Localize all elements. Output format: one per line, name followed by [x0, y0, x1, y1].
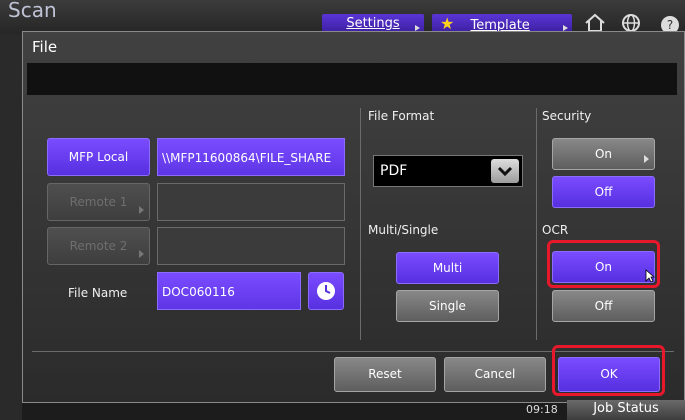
security-on-label: On: [594, 147, 613, 161]
single-button[interactable]: Single: [396, 290, 499, 322]
mfp-local-path-field[interactable]: \\MFP11600864\FILE_SHARE: [157, 138, 345, 176]
highlight-box: [547, 240, 660, 288]
dialog-title: File: [32, 38, 58, 56]
arrow-icon: [139, 206, 144, 214]
timestamp-button[interactable]: [308, 272, 344, 310]
svg-text:?: ?: [667, 18, 673, 32]
file-format-label: File Format: [368, 109, 435, 123]
app-title: Scan: [8, 0, 57, 22]
clock-icon: [317, 282, 335, 300]
job-status-button[interactable]: Job Status: [567, 400, 685, 420]
remote2-label: Remote 2: [69, 239, 128, 253]
multi-button[interactable]: Multi: [396, 252, 499, 284]
remote1-path-field[interactable]: [157, 183, 345, 221]
highlight-box: [552, 345, 665, 396]
security-label: Security: [542, 109, 592, 123]
settings-label: Settings: [346, 16, 400, 31]
separator: [536, 108, 537, 340]
remote2-path-field[interactable]: [157, 227, 345, 265]
security-on-button[interactable]: On: [552, 138, 655, 170]
cancel-button[interactable]: Cancel: [444, 357, 546, 392]
job-status-label: Job Status: [593, 401, 659, 416]
file-name-label: File Name: [68, 286, 128, 300]
arrow-icon: [644, 155, 649, 163]
multi-single-label: Multi/Single: [368, 223, 439, 237]
file-format-select[interactable]: PDF: [373, 155, 523, 187]
ocr-off-button[interactable]: Off: [552, 290, 655, 322]
remote1-label: Remote 1: [69, 195, 128, 209]
clock-time: 09:18: [526, 403, 558, 416]
reset-button[interactable]: Reset: [334, 357, 436, 392]
background-strip: [0, 34, 22, 420]
file-name-field[interactable]: DOC060116: [157, 272, 301, 310]
security-off-button[interactable]: Off: [552, 176, 655, 208]
path-display: [27, 63, 677, 95]
cursor-icon: [645, 268, 656, 287]
remote2-button[interactable]: Remote 2: [47, 227, 150, 265]
separator: [360, 108, 361, 340]
arrow-icon: [139, 250, 144, 258]
remote1-button[interactable]: Remote 1: [47, 183, 150, 221]
ocr-label: OCR: [542, 223, 569, 237]
chevron-down-icon: [491, 159, 519, 183]
mfp-local-button[interactable]: MFP Local: [47, 138, 150, 176]
file-format-value: PDF: [380, 163, 408, 179]
